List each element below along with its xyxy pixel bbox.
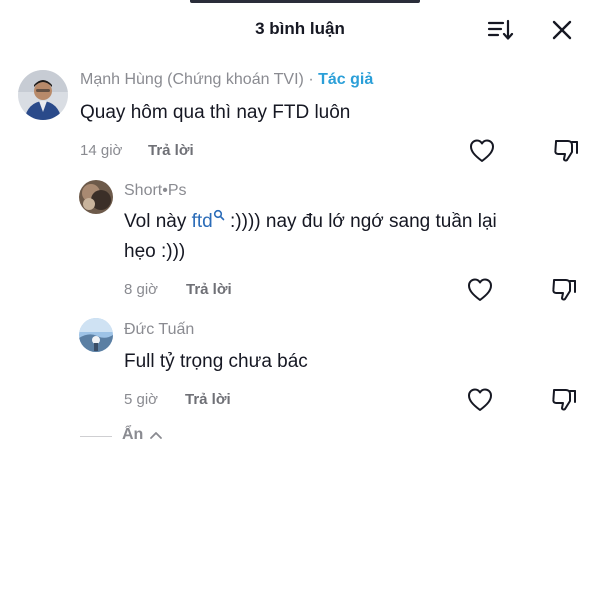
reply-button[interactable]: Trả lời bbox=[148, 142, 194, 159]
comment-text: Quay hôm qua thì nay FTD luôn bbox=[80, 102, 351, 123]
chevron-up-icon[interactable] bbox=[149, 430, 163, 440]
comment-time: 14 giờ bbox=[80, 142, 123, 159]
author-name[interactable]: Mạnh Hùng (Chứng khoán TVI) bbox=[80, 71, 304, 88]
hashtag-link[interactable]: ftd bbox=[192, 211, 213, 232]
avatar[interactable] bbox=[18, 70, 68, 120]
author-badge: Tác giả bbox=[318, 71, 374, 88]
comments-header: 3 bình luận bbox=[0, 0, 600, 58]
thumbs-down-icon[interactable] bbox=[552, 137, 580, 165]
comment-text: Full tỷ trọng chưa bác bbox=[124, 351, 308, 372]
reply-button[interactable]: Trả lời bbox=[185, 391, 231, 408]
avatar[interactable] bbox=[79, 180, 113, 214]
hide-replies-label[interactable]: Ẩn bbox=[122, 426, 143, 444]
sort-icon[interactable] bbox=[486, 17, 514, 43]
comment-author[interactable]: Mạnh Hùng (Chứng khoán TVI) · Tác giả bbox=[80, 71, 373, 89]
thumbs-down-icon[interactable] bbox=[550, 386, 578, 414]
comment-text: Vol này ftd :)))) nay đu lớ ngớ sang tuầ… bbox=[124, 207, 497, 267]
comment-author[interactable]: Đức Tuấn bbox=[124, 321, 194, 339]
heart-outline-icon[interactable] bbox=[466, 276, 494, 304]
avatar[interactable] bbox=[79, 318, 113, 352]
close-icon[interactable] bbox=[548, 16, 576, 44]
heart-outline-icon[interactable] bbox=[468, 137, 496, 165]
comment-author[interactable]: Short•Ps bbox=[124, 182, 187, 200]
thumbs-down-icon[interactable] bbox=[550, 276, 578, 304]
comment-time: 8 giờ bbox=[124, 281, 159, 298]
comment-time: 5 giờ bbox=[124, 391, 159, 408]
author-separator: · bbox=[303, 71, 319, 88]
divider-line bbox=[80, 436, 112, 437]
comment-text-line: hẹo :))) bbox=[124, 241, 186, 262]
heart-outline-icon[interactable] bbox=[466, 386, 494, 414]
comment-text-part: Vol này bbox=[124, 211, 192, 232]
comment-text-part: :)))) nay đu lớ ngớ sang tuần lại bbox=[224, 211, 497, 232]
reply-button[interactable]: Trả lời bbox=[186, 281, 232, 298]
search-icon[interactable] bbox=[213, 209, 225, 223]
